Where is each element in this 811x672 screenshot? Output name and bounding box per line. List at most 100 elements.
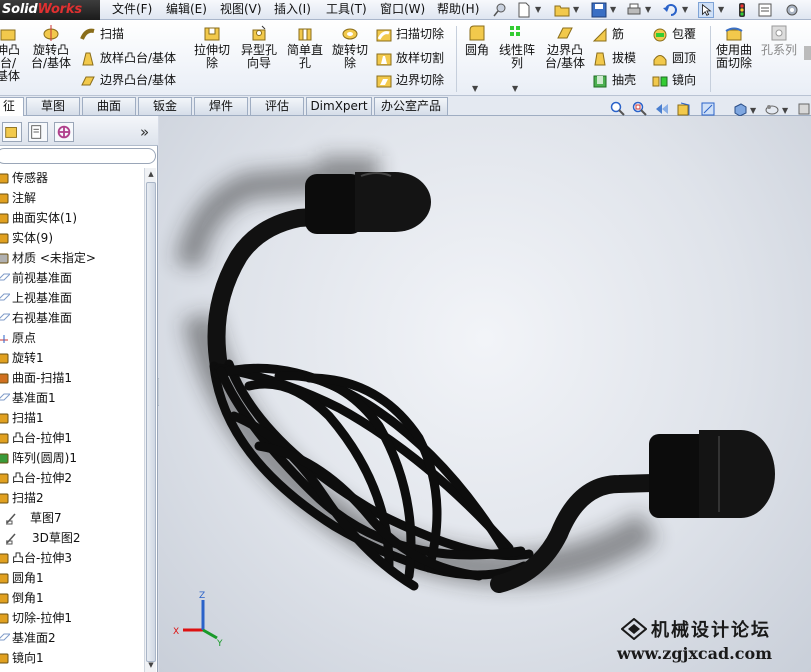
tab-features[interactable]: 征 <box>0 97 24 117</box>
lofted-cut-button[interactable]: 放样切割 <box>376 49 444 69</box>
fillet-button[interactable]: 圆角 ▼ <box>460 24 494 93</box>
menu-view[interactable]: 视图(V) <box>220 0 262 20</box>
tab-surfaces[interactable]: 曲面 <box>82 97 136 115</box>
tab-office-products[interactable]: 办公室产品 <box>374 97 448 115</box>
menu-tools[interactable]: 工具(T) <box>326 0 367 20</box>
feature-tree-item[interactable]: 凸台-拉伸2 <box>0 468 146 488</box>
section-view-icon[interactable] <box>676 101 692 117</box>
print-icon[interactable] <box>626 2 642 18</box>
revolved-cut-button[interactable]: 旋转切 除 <box>330 24 370 70</box>
chevron-down-icon[interactable]: ▼ <box>512 82 518 95</box>
feature-filter-input[interactable] <box>0 148 156 164</box>
feature-tree-item[interactable]: 扫描2 <box>0 488 146 508</box>
solidworks-logo[interactable]: SolidWorks <box>0 0 100 20</box>
feature-tree-item[interactable]: 切除-拉伸1 <box>0 608 146 628</box>
scrollbar-thumb[interactable] <box>146 182 156 662</box>
dynamic-annotation-icon[interactable] <box>700 101 716 117</box>
open-folder-icon[interactable] <box>554 2 570 18</box>
boundary-cut-button[interactable]: 边界切除 <box>376 71 444 91</box>
loft-boss-button[interactable]: 放样凸台/基体 <box>80 49 176 69</box>
property-manager-tab-icon[interactable] <box>28 122 48 142</box>
chevron-down-icon[interactable]: ▼ <box>472 82 478 95</box>
sweep-button[interactable]: 扫描 <box>80 25 124 45</box>
pushpin-icon[interactable] <box>492 2 508 18</box>
draft-button[interactable]: 拔模 <box>592 49 636 69</box>
chevron-down-icon[interactable]: ▼ <box>782 106 788 115</box>
tab-dimxpert[interactable]: DimXpert <box>306 97 372 115</box>
file-properties-icon[interactable] <box>757 2 773 18</box>
chevron-down-icon[interactable]: ▼ <box>573 5 579 14</box>
select-pointer-icon[interactable] <box>698 2 714 18</box>
feature-tree-item[interactable]: 右视基准面 <box>0 308 146 328</box>
more-commands-icon[interactable] <box>802 44 811 62</box>
rebuild-traffic-light-icon[interactable] <box>734 2 750 18</box>
options-gear-icon[interactable] <box>784 2 800 18</box>
chevron-down-icon[interactable]: ▼ <box>718 5 724 14</box>
chevron-down-icon[interactable]: ▼ <box>610 5 616 14</box>
dome-button[interactable]: 圆顶 <box>652 49 696 69</box>
feature-tree-item[interactable]: 基准面2 <box>0 628 146 648</box>
zoom-to-fit-icon[interactable] <box>610 101 626 117</box>
swept-cut-button[interactable]: 扫描切除 <box>376 25 444 45</box>
linear-pattern-button[interactable]: 线性阵 列 ▼ <box>496 24 538 93</box>
cut-with-surface-button[interactable]: 使用曲 面切除 <box>712 24 756 70</box>
boundary-boss-large-button[interactable]: 边界凸 台/基体 <box>542 24 588 70</box>
zoom-to-area-icon[interactable] <box>632 101 648 117</box>
feature-manager-tab-icon[interactable] <box>2 122 22 142</box>
feature-tree-item[interactable]: 凸台-拉伸3 <box>0 548 146 568</box>
boundary-boss-button[interactable]: 边界凸台/基体 <box>80 71 176 91</box>
feature-tree-item[interactable]: 原点 <box>0 328 146 348</box>
feature-tree-item[interactable]: 实体(9) <box>0 228 146 248</box>
previous-view-icon[interactable] <box>654 101 670 117</box>
feature-tree-item[interactable]: 圆角1 <box>0 568 146 588</box>
chevron-down-icon[interactable]: ▼ <box>535 5 541 14</box>
chevron-down-icon[interactable]: ▼ <box>645 5 651 14</box>
expand-panel-icon[interactable]: » <box>140 123 149 141</box>
hole-series-button[interactable]: 孔系列 <box>758 24 800 57</box>
feature-tree-item[interactable]: 凸台-拉伸1 <box>0 428 146 448</box>
hole-wizard-button[interactable]: 异型孔 向导 <box>238 24 280 70</box>
tab-sheet-metal[interactable]: 钣金 <box>138 97 192 115</box>
tab-sketch[interactable]: 草图 <box>26 97 80 115</box>
scroll-down-icon[interactable]: ▼ <box>146 660 156 670</box>
corkscrew-handle-model[interactable] <box>159 116 811 672</box>
hide-show-items-icon[interactable] <box>796 101 811 117</box>
scroll-up-icon[interactable]: ▲ <box>146 169 156 179</box>
feature-tree-item[interactable]: 注解 <box>0 188 146 208</box>
menu-insert[interactable]: 插入(I) <box>274 0 311 20</box>
feature-tree-item[interactable]: 草图7 <box>0 508 146 528</box>
rib-button[interactable]: 筋 <box>592 25 624 45</box>
feature-tree-item[interactable]: 3D草图2 <box>0 528 146 548</box>
simple-hole-button[interactable]: 简单直 孔 <box>284 24 326 70</box>
extruded-cut-button[interactable]: 拉伸切 除 <box>192 24 232 70</box>
feature-tree-item[interactable]: 扫描1 <box>0 408 146 428</box>
menu-window[interactable]: 窗口(W) <box>380 0 425 20</box>
new-document-icon[interactable] <box>516 2 532 18</box>
menu-edit[interactable]: 编辑(E) <box>166 0 207 20</box>
feature-tree-item[interactable]: 材质 <未指定> <box>0 248 146 268</box>
revolved-boss-button[interactable]: 旋转凸 台/基体 <box>28 24 74 70</box>
tab-weldments[interactable]: 焊件 <box>194 97 248 115</box>
feature-tree-item[interactable]: 旋转1 <box>0 348 146 368</box>
feature-tree-item[interactable]: 曲面实体(1) <box>0 208 146 228</box>
display-style-icon[interactable] <box>764 101 780 117</box>
feature-tree-item[interactable]: 上视基准面 <box>0 288 146 308</box>
shell-button[interactable]: 抽壳 <box>592 71 636 91</box>
tree-scrollbar[interactable]: ▲ ▼ <box>144 168 156 672</box>
undo-icon[interactable] <box>662 2 678 18</box>
wrap-button[interactable]: 包覆 <box>652 25 696 45</box>
feature-tree-item[interactable]: 镜向1 <box>0 648 146 668</box>
tab-evaluate[interactable]: 评估 <box>250 97 304 115</box>
menu-help[interactable]: 帮助(H) <box>437 0 479 20</box>
graphics-area[interactable]: X Z Y 机械设计论坛 www.zgjxcad.com <box>159 116 811 672</box>
feature-tree-item[interactable]: 曲面-扫描1 <box>0 368 146 388</box>
chevron-down-icon[interactable]: ▼ <box>682 5 688 14</box>
menu-file[interactable]: 文件(F) <box>112 0 152 20</box>
extruded-boss-button[interactable]: 伸凸 台/基体 <box>0 24 22 83</box>
config-manager-tab-icon[interactable] <box>54 122 74 142</box>
chevron-down-icon[interactable]: ▼ <box>750 106 756 115</box>
feature-tree-item[interactable]: 传感器 <box>0 168 146 188</box>
view-orientation-icon[interactable] <box>732 101 748 117</box>
feature-tree-item[interactable]: 阵列(圆周)1 <box>0 448 146 468</box>
mirror-button[interactable]: 镜向 <box>652 71 696 91</box>
